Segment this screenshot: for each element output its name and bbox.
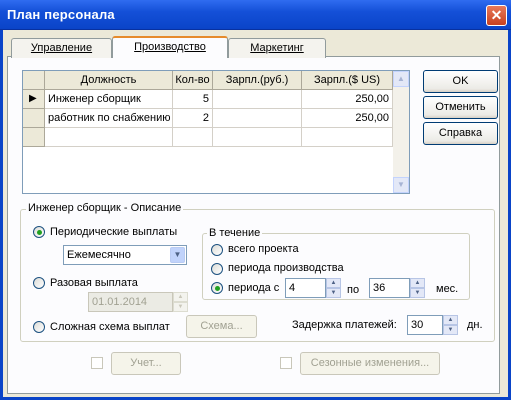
account-button[interactable]: Учет...: [111, 352, 181, 375]
single-payment-label[interactable]: Разовая выплата: [50, 277, 138, 289]
complex-scheme-label[interactable]: Сложная схема выплат: [50, 321, 170, 333]
custom-period-label[interactable]: периода с: [228, 282, 279, 294]
table-cell[interactable]: [213, 128, 302, 147]
help-button[interactable]: Справка: [423, 122, 498, 145]
title-bar: План персонала ✕: [0, 0, 511, 30]
col-header-salary-rub[interactable]: Зарпл.(руб.): [213, 71, 302, 90]
table-cell[interactable]: 250,00: [302, 109, 393, 128]
during-group-title: В течение: [207, 227, 263, 239]
grid-scrollbar[interactable]: ▲ ▼: [393, 71, 409, 193]
single-payment-radio[interactable]: [33, 277, 45, 289]
months-unit-label: мес.: [436, 283, 459, 295]
spin-down-icon[interactable]: ▼: [326, 288, 341, 298]
tab-marketing-label: Маркетинг: [250, 42, 304, 54]
spin-up-icon[interactable]: ▲: [410, 278, 425, 288]
delay-spinner[interactable]: ▲ ▼: [443, 315, 458, 335]
row-indicator[interactable]: [23, 128, 45, 147]
table-cell[interactable]: работник по снабжению: [45, 109, 173, 128]
single-payment-date: 01.01.2014: [88, 292, 173, 312]
col-header-salary-usd[interactable]: Зарпл.($ US): [302, 71, 393, 90]
seasonal-checkbox[interactable]: [280, 357, 292, 369]
custom-period-radio[interactable]: [211, 282, 223, 294]
tab-marketing[interactable]: Маркетинг: [228, 38, 326, 58]
table-cell[interactable]: 5: [173, 90, 213, 109]
period-from-spinner[interactable]: ▲ ▼: [326, 278, 341, 298]
frequency-value: Ежемесячно: [67, 249, 131, 261]
whole-project-radio[interactable]: [211, 244, 223, 256]
table-cell[interactable]: 2: [173, 109, 213, 128]
close-button[interactable]: ✕: [486, 5, 507, 26]
delay-label: Задержка платежей:: [292, 319, 397, 331]
col-header-position[interactable]: Должность: [45, 71, 173, 90]
table-cell[interactable]: [302, 128, 393, 147]
col-header-qty[interactable]: Кол-во: [173, 71, 213, 90]
delay-input[interactable]: 30: [407, 315, 443, 335]
table-cell[interactable]: [213, 109, 302, 128]
seasonal-button[interactable]: Сезонные изменения...: [300, 352, 440, 375]
staff-grid[interactable]: Должность Кол-во Зарпл.(руб.) Зарпл.($ U…: [22, 70, 410, 194]
table-cell[interactable]: [45, 128, 173, 147]
spin-up-icon[interactable]: ▲: [443, 315, 458, 325]
chevron-down-icon[interactable]: ▼: [170, 247, 185, 263]
table-cell[interactable]: Инженер сборщик: [45, 90, 173, 109]
description-group-title: Инженер сборщик - Описание: [26, 202, 184, 214]
account-checkbox[interactable]: [91, 357, 103, 369]
period-to-input[interactable]: 36: [369, 278, 410, 298]
periodic-label[interactable]: Периодические выплаты: [50, 226, 177, 238]
date-spinner: ▲ ▼: [173, 292, 188, 312]
table-cell[interactable]: [213, 90, 302, 109]
days-unit-label: дн.: [467, 319, 483, 331]
spin-down-icon[interactable]: ▼: [410, 288, 425, 298]
ok-button[interactable]: OK: [423, 70, 498, 93]
period-to-spinner[interactable]: ▲ ▼: [410, 278, 425, 298]
window-title: План персонала: [7, 7, 115, 22]
production-period-label[interactable]: периода производства: [228, 262, 344, 274]
production-period-radio[interactable]: [211, 263, 223, 275]
table-cell[interactable]: 250,00: [302, 90, 393, 109]
complex-scheme-radio[interactable]: [33, 321, 45, 333]
cancel-button[interactable]: Отменить: [423, 96, 498, 119]
tab-production[interactable]: Производство: [112, 36, 228, 58]
periodic-radio[interactable]: [33, 226, 45, 238]
spin-down-icon: ▼: [173, 302, 188, 312]
scroll-up-icon[interactable]: ▲: [393, 71, 409, 87]
spin-down-icon[interactable]: ▼: [443, 325, 458, 335]
frequency-select[interactable]: Ежемесячно ▼: [63, 245, 187, 265]
row-indicator[interactable]: [23, 109, 45, 128]
spin-up-icon: ▲: [173, 292, 188, 302]
spin-up-icon[interactable]: ▲: [326, 278, 341, 288]
period-from-input[interactable]: 4: [285, 278, 326, 298]
grid-corner: [23, 71, 45, 90]
tab-production-label: Производство: [134, 41, 206, 53]
tab-management-label: Управление: [30, 42, 93, 54]
period-to-label: по: [347, 284, 360, 296]
whole-project-label[interactable]: всего проекта: [228, 243, 299, 255]
scroll-down-icon[interactable]: ▼: [393, 177, 409, 193]
scheme-button[interactable]: Схема...: [186, 315, 257, 338]
table-cell[interactable]: [173, 128, 213, 147]
row-indicator[interactable]: ▶: [23, 90, 45, 109]
tab-management[interactable]: Управление: [11, 38, 112, 58]
